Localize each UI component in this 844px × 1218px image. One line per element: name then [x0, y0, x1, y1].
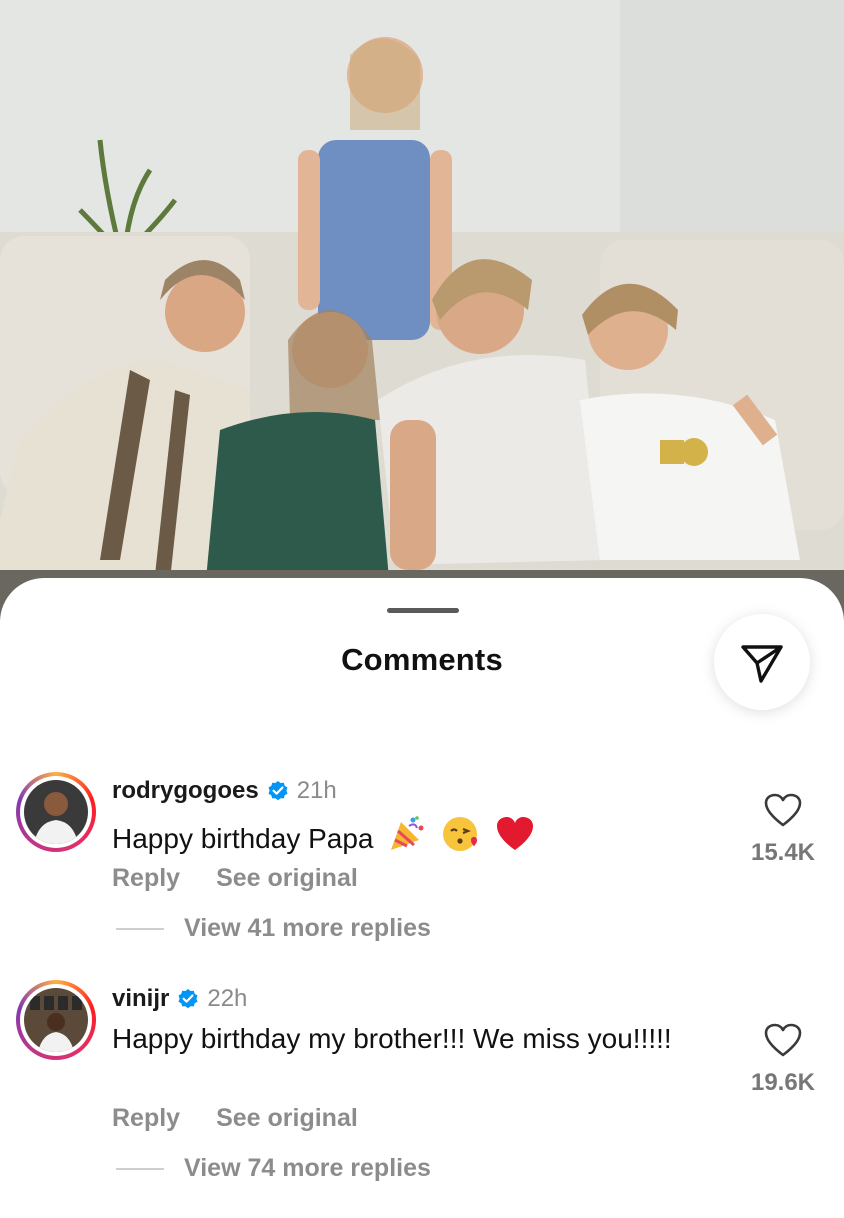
comment-header: vinijr 22h — [112, 984, 247, 1014]
heart-icon[interactable] — [763, 1022, 803, 1058]
party-popper-emoji — [387, 814, 427, 862]
story-ring[interactable] — [16, 980, 96, 1060]
comment-body: Happy birthday my brother!!! We miss you… — [112, 1023, 672, 1054]
like-control: 15.4K — [738, 792, 828, 867]
reply-button[interactable]: Reply — [112, 864, 180, 893]
replies-divider — [116, 1167, 164, 1170]
heart-icon[interactable] — [763, 792, 803, 828]
username[interactable]: rodrygogoes — [112, 777, 259, 805]
story-ring[interactable] — [16, 772, 96, 852]
post-photo — [0, 0, 844, 620]
send-icon — [741, 645, 783, 683]
comments-sheet: Comments rodrygogoes 21h Happy birthday … — [0, 578, 844, 1218]
view-replies-label[interactable]: View 41 more replies — [184, 914, 431, 943]
view-replies[interactable]: View 74 more replies — [116, 1154, 431, 1183]
replies-divider — [116, 927, 164, 930]
comment-body: Happy birthday Papa — [112, 823, 374, 854]
sheet-grabber[interactable] — [387, 608, 459, 613]
like-count: 19.6K — [750, 1069, 816, 1096]
comment-header: rodrygogoes 21h — [112, 776, 337, 806]
verified-badge-icon — [268, 781, 288, 801]
view-replies-label[interactable]: View 74 more replies — [184, 1154, 431, 1183]
comment-text: Happy birthday my brother!!! We miss you… — [112, 1022, 672, 1056]
face-blowing-kiss-emoji — [441, 814, 481, 862]
see-original-button[interactable]: See original — [216, 864, 358, 893]
avatar — [24, 988, 88, 1052]
reply-button[interactable]: Reply — [112, 1104, 180, 1133]
like-control: 19.6K — [738, 1022, 828, 1097]
view-replies[interactable]: View 41 more replies — [116, 914, 431, 943]
timestamp: 21h — [296, 777, 337, 804]
comment-text: Happy birthday Papa — [112, 814, 672, 862]
like-count: 15.4K — [750, 839, 816, 866]
comment-actions: Reply See original — [112, 864, 358, 893]
avatar — [24, 780, 88, 844]
red-heart-emoji — [495, 814, 535, 862]
share-button[interactable] — [714, 614, 810, 710]
verified-badge-icon — [178, 989, 198, 1009]
see-original-button[interactable]: See original — [216, 1104, 358, 1133]
comment-actions: Reply See original — [112, 1104, 358, 1133]
username[interactable]: vinijr — [112, 985, 169, 1013]
timestamp: 22h — [207, 985, 248, 1012]
